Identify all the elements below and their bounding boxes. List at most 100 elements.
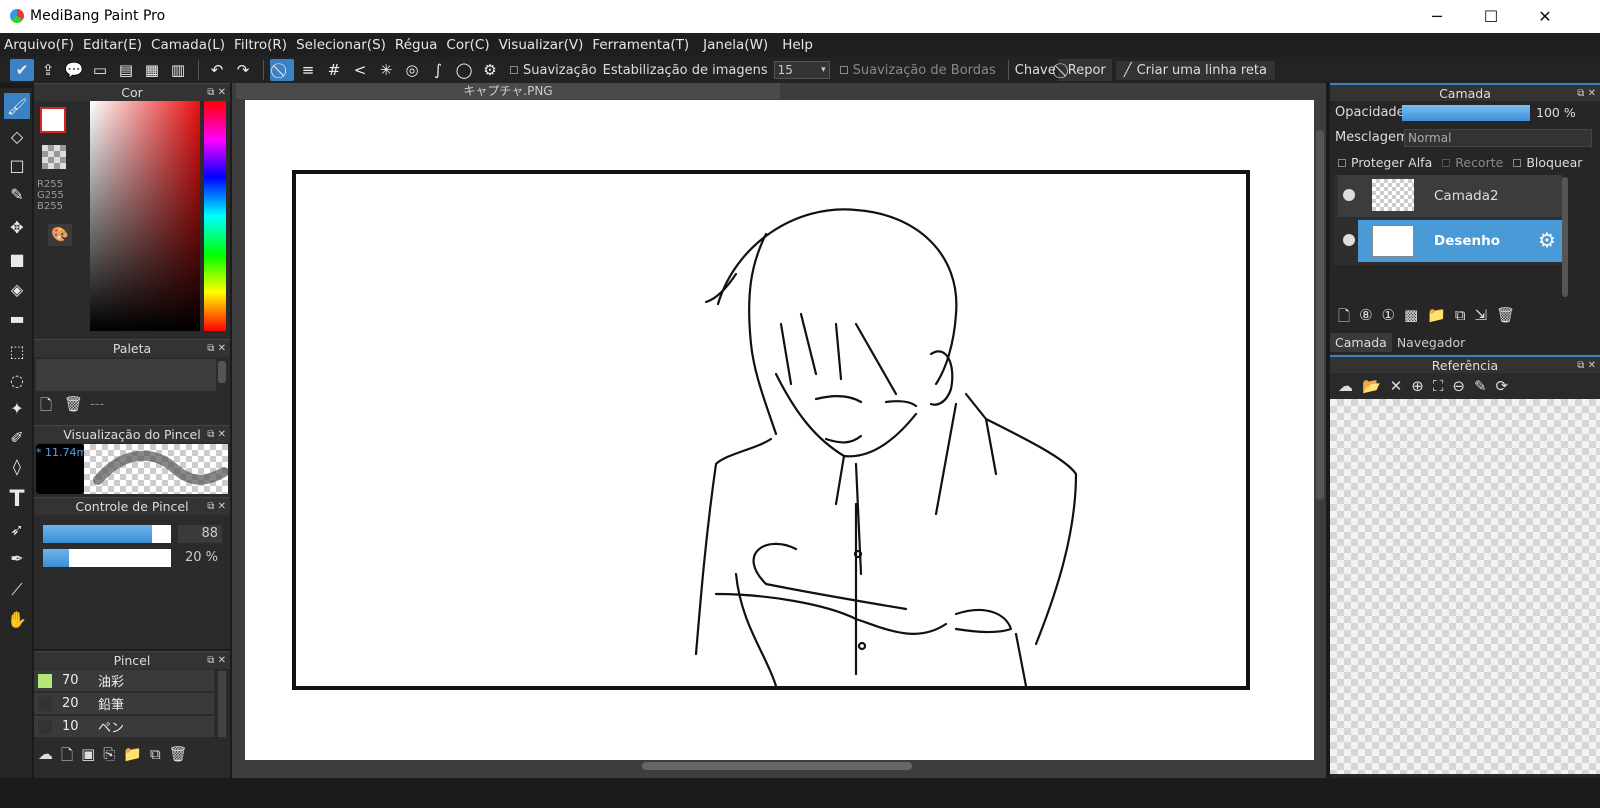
circle-snap-icon[interactable]: ◯ — [452, 59, 476, 81]
maximize-button[interactable]: ☐ — [1468, 0, 1514, 33]
canvas-tab[interactable]: キャプチャ.PNG — [236, 83, 780, 99]
transparent-color-swatch[interactable] — [42, 145, 66, 169]
eye-icon[interactable] — [1343, 189, 1355, 201]
zoom-out-icon[interactable]: ⊖ — [1452, 377, 1465, 395]
panel-controls-icon[interactable]: ⧉ ✕ — [207, 426, 226, 444]
panel-controls-icon[interactable]: ⧉ ✕ — [207, 340, 226, 358]
menu-window[interactable]: Janela(W) — [703, 37, 768, 53]
trash-icon[interactable]: 🗑 — [1496, 306, 1515, 331]
radial-snap-icon[interactable]: ✳ — [374, 59, 398, 81]
folder-icon[interactable]: 📁 — [1427, 306, 1446, 331]
new-brush-icon[interactable]: 🗋 — [61, 745, 73, 770]
menu-edit[interactable]: Editar(E) — [83, 37, 142, 53]
grid-snap-icon[interactable]: # — [322, 59, 346, 81]
select-eraser-icon[interactable]: ◊ — [4, 453, 30, 479]
blend-mode-select[interactable]: Normal — [1404, 129, 1592, 147]
layer-row-selected[interactable]: Desenho ⚙ — [1336, 220, 1562, 262]
layer-list-scrollbar[interactable] — [1562, 177, 1568, 297]
smoothing-checkbox[interactable] — [510, 66, 518, 74]
menu-filter[interactable]: Filtro(R) — [234, 37, 287, 53]
trash-icon[interactable]: 🗑 — [169, 745, 188, 770]
rotate-icon[interactable]: ⟳ — [1496, 377, 1509, 395]
menu-color[interactable]: Cor(C) — [446, 37, 489, 53]
parallel-snap-icon[interactable]: ≡ — [296, 59, 320, 81]
folder-icon[interactable]: 📁 — [123, 745, 142, 770]
menu-select[interactable]: Selecionar(S) — [296, 37, 386, 53]
brush-size-value[interactable]: 88 — [178, 525, 222, 543]
panel-controls-icon[interactable]: ⧉ ✕ — [207, 498, 226, 516]
snap-off-icon[interactable]: ⃠ — [270, 59, 294, 81]
menu-help[interactable]: Help — [782, 37, 813, 53]
menu-file[interactable]: Arquivo(F) — [4, 37, 74, 53]
gradient-tool-icon[interactable]: ▬ — [4, 305, 30, 331]
minimize-button[interactable]: ─ — [1414, 0, 1460, 33]
palette-scrollbar[interactable] — [218, 361, 226, 383]
open-folder-icon[interactable]: 📂 — [1362, 377, 1381, 395]
merge-icon[interactable]: ⇲ — [1475, 306, 1488, 331]
select-tool-icon[interactable]: ⬚ — [4, 338, 30, 364]
tab-layer[interactable]: Camada — [1330, 333, 1392, 352]
palette-swatch-area[interactable] — [36, 359, 216, 391]
select-pen-icon[interactable]: ✐ — [4, 424, 30, 450]
palette-icon[interactable]: 🎨 — [48, 224, 72, 246]
close-button[interactable]: ✕ — [1522, 0, 1568, 33]
panel-controls-icon[interactable]: ⧉ ✕ — [207, 652, 226, 670]
eye-icon[interactable] — [1343, 234, 1355, 246]
clip-checkbox[interactable] — [1442, 158, 1451, 167]
menu-layer[interactable]: Camada(L) — [151, 37, 225, 53]
duplicate-icon[interactable]: ⧉ — [150, 745, 161, 770]
brush-size-slider[interactable] — [43, 525, 171, 543]
operation-tool-icon[interactable]: ➶ — [4, 516, 30, 542]
pages-icon[interactable]: ▦ — [140, 59, 164, 81]
brush-settings-icon[interactable]: ▣ — [81, 745, 95, 770]
list-item[interactable]: 20 鉛筆 — [34, 693, 214, 714]
canvas-horizontal-scrollbar[interactable] — [642, 762, 912, 770]
script-icon[interactable]: ⎘ — [103, 745, 115, 770]
snap-settings-icon[interactable]: ⚙ — [478, 59, 502, 81]
trash-icon[interactable]: 🗑 — [64, 395, 83, 413]
dot-pen-tool-icon[interactable]: ✎ — [4, 181, 30, 207]
1bit-layer-icon[interactable]: ① — [1382, 306, 1395, 331]
hand-tool-icon[interactable]: ✋ — [4, 606, 30, 632]
fit-icon[interactable]: ⛶ — [1433, 377, 1444, 395]
panel-controls-icon[interactable]: ⧉ ✕ — [1577, 357, 1596, 375]
brush-opacity-slider[interactable] — [43, 549, 171, 567]
cloud-sync-icon[interactable]: ✔ — [10, 59, 34, 81]
concentric-snap-icon[interactable]: ◎ — [400, 59, 424, 81]
brush-tool-icon[interactable]: 🖌 — [4, 93, 30, 119]
eyedropper-tool-icon[interactable]: ⟋ — [4, 577, 30, 603]
8bit-layer-icon[interactable]: ⑧ — [1359, 306, 1372, 331]
comment-icon[interactable]: ▭ — [88, 59, 112, 81]
eraser-tool-icon[interactable]: ◇ — [4, 123, 30, 149]
new-layer-icon[interactable]: 🗋 — [1338, 306, 1350, 331]
layer-opacity-slider[interactable] — [1402, 105, 1530, 121]
menu-tool[interactable]: Ferramenta(T) — [592, 37, 689, 53]
eyedropper-icon[interactable]: ✎ — [1474, 377, 1487, 395]
menu-view[interactable]: Visualizar(V) — [499, 37, 584, 53]
curve-snap-icon[interactable]: ∫ — [426, 59, 450, 81]
magic-wand-icon[interactable]: ✦ — [4, 395, 30, 421]
brush-list-scrollbar[interactable] — [218, 671, 226, 737]
hue-slider[interactable] — [204, 101, 226, 331]
duplicate-icon[interactable]: ⧉ — [1455, 306, 1466, 331]
close-icon[interactable]: ✕ — [1390, 377, 1403, 395]
reference-image-area[interactable] — [1330, 399, 1600, 774]
page-icon[interactable]: ▤ — [114, 59, 138, 81]
perspective-snap-icon[interactable]: < — [348, 59, 372, 81]
foreground-color-swatch[interactable] — [40, 107, 66, 133]
list-item[interactable]: 10 ペン — [34, 716, 214, 737]
speech-bubble-icon[interactable]: 💬 — [62, 59, 86, 81]
divide-tool-icon[interactable]: ✒ — [4, 545, 30, 571]
rectangle-tool-icon[interactable]: □ — [4, 152, 30, 178]
fill-rect-tool-icon[interactable]: ■ — [4, 246, 30, 272]
menu-ruler[interactable]: Régua — [395, 37, 437, 53]
list-item[interactable]: 70 油彩 — [34, 670, 214, 691]
lasso-tool-icon[interactable]: ◌ — [4, 367, 30, 393]
zoom-in-icon[interactable]: ⊕ — [1411, 377, 1424, 395]
gear-icon[interactable]: ⚙ — [1538, 228, 1556, 252]
panel-controls-icon[interactable]: ⧉ ✕ — [207, 84, 226, 102]
layer-row[interactable]: Camada2 — [1338, 175, 1562, 217]
redo-icon[interactable]: ↷ — [231, 59, 255, 81]
cloud-download-icon[interactable]: ☁ — [1338, 377, 1353, 395]
tab-navigator[interactable]: Navegador — [1392, 333, 1470, 352]
